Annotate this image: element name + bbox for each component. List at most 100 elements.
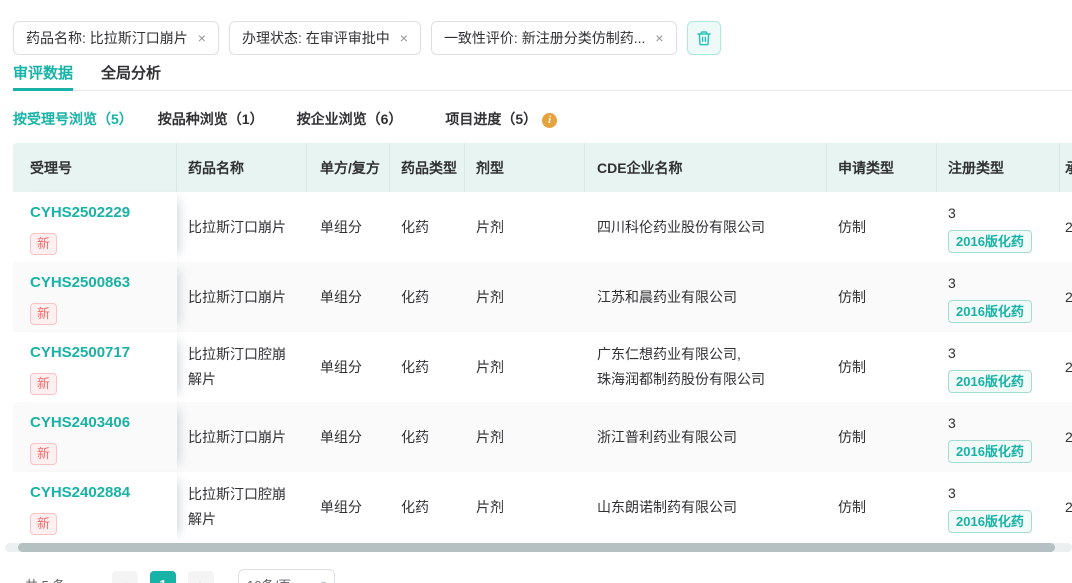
drug-type-cell: 化药 — [390, 332, 465, 402]
reg-class: 3 — [948, 341, 956, 366]
page-size-value: 10条/页 — [247, 575, 291, 583]
tab-global-analysis[interactable]: 全局分析 — [101, 62, 161, 91]
acceptance-no-link[interactable]: CYHS2502229 — [30, 200, 130, 225]
new-badge: 新 — [30, 443, 57, 465]
company-cell: 江苏和晨药业有限公司 — [585, 262, 827, 332]
reg-class: 3 — [948, 481, 956, 506]
filter-tag-consistency[interactable]: 一致性评价: 新注册分类仿制药... × — [431, 21, 677, 55]
date-cell-clipped: 2 — [1060, 262, 1072, 332]
date-cell-clipped: 2 — [1060, 472, 1072, 542]
new-badge: 新 — [30, 513, 57, 535]
table-row: CYHS2500863 新 比拉斯汀口崩片 单组分 化药 片剂 江苏和晨药业有限公… — [13, 262, 1072, 332]
table-row: CYHS2502229新 比拉斯汀口崩片 单组分 化药 片剂 四川科伦药业股份有… — [13, 192, 1072, 262]
drug-name-cell: 比拉斯汀口崩片 — [177, 262, 307, 332]
acceptance-no-link[interactable]: CYHS2500717 — [30, 340, 130, 365]
data-table: 受理号 药品名称 单方/复方 药品类型 剂型 CDE企业名称 申请类型 注册类型… — [13, 143, 1072, 542]
company-cell: 山东朗诺制药有限公司 — [585, 472, 827, 542]
table-row: CYHS2403406 新 比拉斯汀口崩片 单组分 化药 片剂 浙江普利药业有限公… — [13, 402, 1072, 472]
chevron-down-icon: ▾ — [321, 579, 326, 583]
new-badge: 新 — [30, 233, 57, 255]
table-row: CYHS2402884 新 比拉斯汀口腔崩 解片 单组分 化药 片剂 山东朗诺制药… — [13, 472, 1072, 542]
form-cell: 片剂 — [465, 472, 585, 542]
apply-type-cell: 仿制 — [827, 262, 937, 332]
horizontal-scrollbar[interactable] — [5, 543, 1072, 552]
form-cell: 片剂 — [465, 402, 585, 472]
drug-type-cell: 化药 — [390, 402, 465, 472]
reg-badge: 2016版化药 — [948, 440, 1032, 463]
table-row: CYHS2500717 新 比拉斯汀口腔崩 解片 单组分 化药 片剂 广东仁想药业… — [13, 332, 1072, 402]
new-badge: 新 — [30, 303, 57, 325]
column-header-mono-compound: 单方/复方 — [307, 143, 390, 192]
apply-type-cell: 仿制 — [827, 192, 937, 262]
subtab-project-progress[interactable]: 项目进度（5）i — [445, 109, 557, 129]
reg-badge: 2016版化药 — [948, 300, 1032, 323]
filter-tag-label: 药品名称: 比拉斯汀口崩片 — [26, 28, 188, 48]
acceptance-no-link[interactable]: CYHS2402884 — [30, 480, 130, 505]
company-cell: 广东仁想药业有限公司, 珠海润都制药股份有限公司 — [585, 332, 827, 402]
reg-badge: 2016版化药 — [948, 230, 1032, 253]
prev-page-button[interactable]: ‹ — [112, 571, 138, 583]
filter-tag-drug-name[interactable]: 药品名称: 比拉斯汀口崩片 × — [13, 21, 219, 55]
date-cell-clipped: 2 — [1060, 402, 1072, 472]
clear-filters-button[interactable] — [687, 21, 721, 55]
reg-badge: 2016版化药 — [948, 370, 1032, 393]
close-icon[interactable]: × — [400, 31, 408, 45]
next-page-button[interactable]: › — [188, 571, 214, 583]
new-badge: 新 — [30, 373, 57, 395]
column-header-acceptance-no: 受理号 — [13, 143, 177, 192]
reg-class: 3 — [948, 271, 956, 296]
reg-badge: 2016版化药 — [948, 510, 1032, 533]
column-header-apply-type: 申请类型 — [827, 143, 937, 192]
drug-name-cell: 比拉斯汀口腔崩 解片 — [177, 332, 307, 402]
form-cell: 片剂 — [465, 332, 585, 402]
close-icon[interactable]: × — [198, 31, 206, 45]
main-tabs: 审评数据 全局分析 — [13, 62, 1072, 91]
filter-tag-status[interactable]: 办理状态: 在审评审批中 × — [229, 21, 421, 55]
table-header-row: 受理号 药品名称 单方/复方 药品类型 剂型 CDE企业名称 申请类型 注册类型… — [13, 143, 1072, 192]
date-cell-clipped: 2 — [1060, 332, 1072, 402]
drug-type-cell: 化药 — [390, 472, 465, 542]
column-header-drug-name: 药品名称 — [177, 143, 307, 192]
form-cell: 片剂 — [465, 192, 585, 262]
drug-type-cell: 化药 — [390, 192, 465, 262]
reg-class: 3 — [948, 411, 956, 436]
column-header-reg-type: 注册类型 — [937, 143, 1060, 192]
column-header-clipped: 承 — [1060, 143, 1072, 192]
column-header-drug-type: 药品类型 — [390, 143, 465, 192]
close-icon[interactable]: × — [655, 31, 663, 45]
page-number-button[interactable]: 1 — [150, 571, 176, 583]
mono-cell: 单组分 — [307, 332, 390, 402]
drug-name-cell: 比拉斯汀口崩片 — [177, 402, 307, 472]
company-cell: 浙江普利药业有限公司 — [585, 402, 827, 472]
subtab-by-variety[interactable]: 按品种浏览（1） — [158, 109, 264, 129]
column-header-dosage-form: 剂型 — [465, 143, 585, 192]
filter-tag-label: 一致性评价: 新注册分类仿制药... — [444, 28, 645, 48]
drug-name-cell: 比拉斯汀口腔崩 解片 — [177, 472, 307, 542]
company-cell: 四川科伦药业股份有限公司 — [585, 192, 827, 262]
scrollbar-thumb[interactable] — [18, 543, 1055, 552]
total-count-label: 共 5 条 — [25, 575, 65, 583]
info-icon[interactable]: i — [542, 113, 557, 128]
filter-tag-label: 办理状态: 在审评审批中 — [242, 28, 390, 48]
filter-bar: 药品名称: 比拉斯汀口崩片 × 办理状态: 在审评审批中 × 一致性评价: 新注… — [13, 21, 721, 55]
form-cell: 片剂 — [465, 262, 585, 332]
acceptance-no-link[interactable]: CYHS2403406 — [30, 410, 130, 435]
drug-type-cell: 化药 — [390, 262, 465, 332]
column-header-cde-company: CDE企业名称 — [585, 143, 827, 192]
mono-cell: 单组分 — [307, 472, 390, 542]
date-cell-clipped: 2 — [1060, 192, 1072, 262]
reg-class: 3 — [948, 201, 956, 226]
drug-name-cell: 比拉斯汀口崩片 — [177, 192, 307, 262]
table-body: CYHS2502229 新 比拉斯汀口崩片 单组分 化药 片剂 四川科伦药业股份有… — [13, 192, 1072, 542]
tab-review-data[interactable]: 审评数据 — [13, 62, 73, 91]
apply-type-cell: 仿制 — [827, 402, 937, 472]
mono-cell: 单组分 — [307, 262, 390, 332]
pagination: 共 5 条 ‹ 1 › 10条/页 ▾ — [25, 569, 1065, 583]
trash-icon — [696, 30, 712, 46]
apply-type-cell: 仿制 — [827, 472, 937, 542]
acceptance-no-link[interactable]: CYHS2500863 — [30, 270, 130, 295]
page-size-select[interactable]: 10条/页 ▾ — [238, 569, 335, 583]
subtab-by-acceptance-no[interactable]: 按受理号浏览（5） — [13, 109, 133, 129]
subtab-by-company[interactable]: 按企业浏览（6） — [297, 109, 403, 129]
mono-cell: 单组分 — [307, 402, 390, 472]
